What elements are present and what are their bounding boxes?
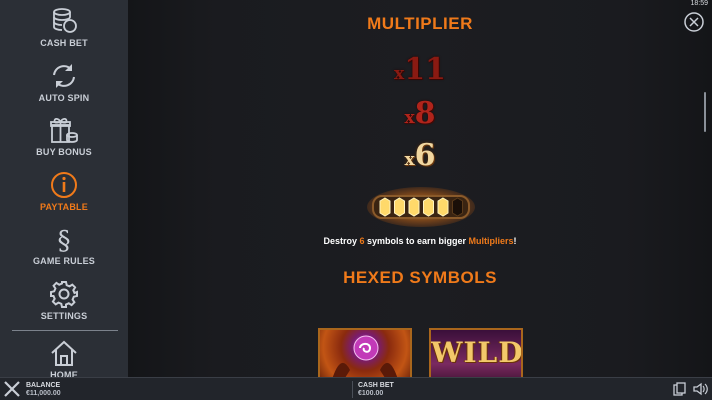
info-icon [51, 172, 77, 198]
balance-value: €11,000.00 [26, 390, 61, 397]
cash-bet-value: €100.00 [358, 390, 384, 397]
meter-cell-filled [394, 197, 405, 217]
paytable-panel[interactable]: MULTIPLIER x11 x8 x6 Destroy 6 symbols t… [128, 0, 712, 377]
svg-text:§: § [58, 226, 71, 254]
multiplier-x6: x6 [404, 138, 436, 173]
multiplier-x8: x8 [404, 96, 436, 131]
sidebar-item-cash-bet[interactable]: CASH BET [0, 4, 128, 56]
gear-icon [50, 281, 78, 308]
cash-bet-label: CASH BET [358, 382, 394, 389]
sound-icon[interactable] [692, 381, 708, 397]
bottom-bar: BALANCE €11,000.00 CASH BET €100.00 [0, 377, 712, 400]
multiplier-meter [367, 187, 475, 227]
sidebar-menu: CASH BET AUTO SPIN BUY BONUS PAYTABLE § … [0, 0, 128, 380]
meter-cell-empty [452, 197, 463, 217]
refresh-arrows-icon [53, 64, 75, 88]
hex-orb-symbol [318, 328, 412, 377]
meter-cell-filled [437, 197, 449, 217]
hex-orb-icon [332, 335, 398, 377]
close-icon[interactable] [684, 12, 704, 32]
wild-symbol-label: WILD [431, 336, 523, 369]
section-sign-icon: § [58, 226, 71, 254]
multiplier-x11: x11 [394, 52, 446, 87]
game-app: CASH BET AUTO SPIN BUY BONUS PAYTABLE § … [0, 0, 712, 400]
sidebar-item-label: BUY BONUS [36, 147, 92, 157]
multiplier-title: MULTIPLIER [367, 14, 473, 33]
sidebar-item-buy-bonus[interactable]: BUY BONUS [0, 113, 128, 165]
wild-symbol: WILD [429, 328, 523, 377]
meter-cell-filled [379, 197, 391, 217]
bottom-separator [352, 381, 353, 398]
multiplier-description: Destroy 6 symbols to earn bigger Multipl… [323, 236, 517, 246]
sidebar-item-game-rules[interactable]: § GAME RULES [0, 222, 128, 274]
clock: 18:59 [690, 0, 708, 7]
hexed-symbols-title: HEXED SYMBOLS [343, 268, 497, 287]
sidebar-item-paytable[interactable]: PAYTABLE [0, 168, 128, 220]
balance-label: BALANCE [26, 382, 61, 389]
coins-stack-icon [53, 8, 77, 33]
close-menu-icon[interactable] [2, 380, 22, 398]
sidebar-item-label: PAYTABLE [40, 202, 88, 212]
sidebar-item-label: AUTO SPIN [38, 93, 90, 103]
sidebar-divider [12, 330, 118, 331]
history-icon[interactable] [672, 381, 688, 397]
meter-cell-filled [423, 197, 434, 217]
gift-coins-icon [50, 117, 78, 143]
scrollbar[interactable] [704, 92, 706, 132]
sidebar-item-settings[interactable]: SETTINGS [0, 277, 128, 329]
sidebar-item-label: CASH BET [40, 38, 88, 48]
sidebar-item-auto-spin[interactable]: AUTO SPIN [0, 59, 128, 111]
home-icon [51, 340, 77, 366]
sidebar-item-label: SETTINGS [40, 311, 88, 321]
meter-cell-filled [408, 197, 420, 217]
sidebar-item-label: GAME RULES [32, 256, 95, 266]
